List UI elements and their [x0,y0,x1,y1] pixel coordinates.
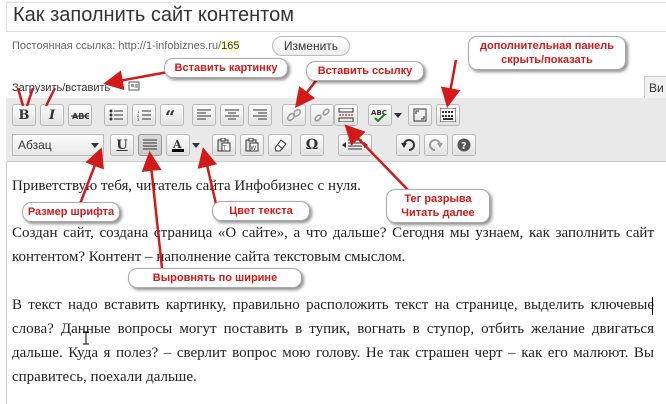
callout-text-color: Цвет текста [212,201,310,221]
permalink: Постоянная ссылка: http://1-infobiznes.r… [12,40,240,52]
paste-word-button[interactable]: W [240,134,264,156]
callout-insert-image: Вставить картинку [164,58,288,78]
chevron-down-icon [394,112,402,118]
numbered-list-button[interactable]: 123 [132,104,156,126]
numbered-list-icon: 123 [137,109,151,121]
paste-word-icon: W [245,138,259,152]
svg-text:“: “ [165,109,175,121]
svg-text:T: T [223,146,227,152]
post-title-text: Как заполнить сайт контентом [13,4,294,26]
bullet-list-icon [109,109,123,121]
strikethrough-icon: ABC [71,112,89,121]
callout-read-more-line2: Читать далее [401,207,475,219]
clear-formatting-button[interactable] [268,134,292,156]
help-button[interactable]: ? [452,134,476,156]
callout-read-more: Тег разрыва Читать далее [386,189,490,223]
outdent-indent-button[interactable] [338,134,372,156]
upload-insert-label: Загрузить/вставить [12,82,111,94]
paragraph-intro: Создан сайт, создана страница «О сайте»,… [12,225,654,265]
callout-justify: Выровнять по ширине [128,268,302,288]
align-left-button[interactable] [192,104,216,126]
text-cursor-icon [83,331,89,345]
callout-insert-link: Вставить ссылку [306,61,424,81]
redo-icon [429,139,443,151]
paragraph-greeting: Приветствую тебя, читатель сайта Инфобиз… [12,178,361,194]
bullet-list-button[interactable] [104,104,128,126]
paste-text-icon: T [217,138,231,152]
spellcheck-icon: ABC [371,109,387,122]
underline-icon: U [116,137,128,153]
read-more-icon [338,108,354,122]
redo-button[interactable] [424,134,448,156]
blockquote-icon: “ [165,109,175,121]
callout-font-size: Размер шрифта [22,202,120,222]
bold-icon: B [18,107,30,123]
align-right-icon [253,109,267,120]
callout-extra-panel-line1: дополнительная панель [480,40,614,52]
text-color-icon: A [172,138,184,152]
help-icon: ? [457,138,471,152]
paste-text-button[interactable]: T [212,134,236,156]
kitchen-sink-button[interactable] [436,104,460,126]
underline-button[interactable]: U [110,134,134,156]
arrow-extra-panel [440,59,461,108]
unlink-button[interactable] [310,104,334,126]
indent-icon [342,139,368,150]
svg-text:3: 3 [137,117,140,121]
edit-permalink-button[interactable]: Изменить [272,36,350,56]
bold-button[interactable]: B [12,104,36,126]
strikethrough-button[interactable]: ABC [68,104,92,126]
omega-icon: Ω [305,137,319,153]
undo-button[interactable] [396,134,420,156]
read-more-button[interactable] [334,104,358,126]
unlink-icon [314,108,330,122]
text-color-button[interactable]: A [166,134,190,156]
svg-text:W: W [251,146,257,152]
callout-extra-panel: дополнительная панель скрыть/показать [468,36,626,70]
permalink-base: http://1-infobiznes.ru/ [118,40,222,52]
kitchen-sink-icon [440,108,456,122]
permalink-label: Постоянная ссылка: [12,40,116,52]
italic-icon: I [48,107,56,123]
align-justify-button[interactable] [138,134,162,156]
svg-text:?: ? [461,141,467,152]
chevron-down-icon [91,143,99,148]
spellcheck-button[interactable]: ABC [368,104,392,126]
post-title-field[interactable]: Как заполнить сайт контентом [6,2,666,32]
italic-button[interactable]: I [40,104,64,126]
chevron-down-icon [192,142,200,148]
permalink-slug[interactable]: 165 [221,40,240,52]
tab-visual[interactable]: Ви [644,76,666,98]
fullscreen-icon [413,108,427,122]
align-right-button[interactable] [248,104,272,126]
spellcheck-dropdown[interactable] [393,104,403,126]
callout-extra-panel-line2: скрыть/показать [501,54,593,66]
special-char-button[interactable]: Ω [300,134,324,156]
undo-icon [401,139,415,151]
text-color-dropdown[interactable] [191,134,201,156]
format-select-value: Абзац [18,138,52,152]
fullscreen-button[interactable] [408,104,432,126]
paragraph-body: В текст надо вставить картинку, правильн… [12,297,654,385]
align-center-button[interactable] [220,104,244,126]
callout-read-more-line1: Тег разрыва [404,193,472,205]
blockquote-button[interactable]: “ [160,104,184,126]
align-center-icon [225,109,239,120]
align-left-icon [197,109,211,120]
media-icon[interactable] [128,80,140,92]
text-caret [652,297,653,315]
eraser-icon [274,139,287,152]
insert-link-icon [286,108,302,122]
insert-link-button[interactable] [282,104,306,126]
align-justify-icon [143,139,157,150]
format-select[interactable]: Абзац [12,134,104,156]
